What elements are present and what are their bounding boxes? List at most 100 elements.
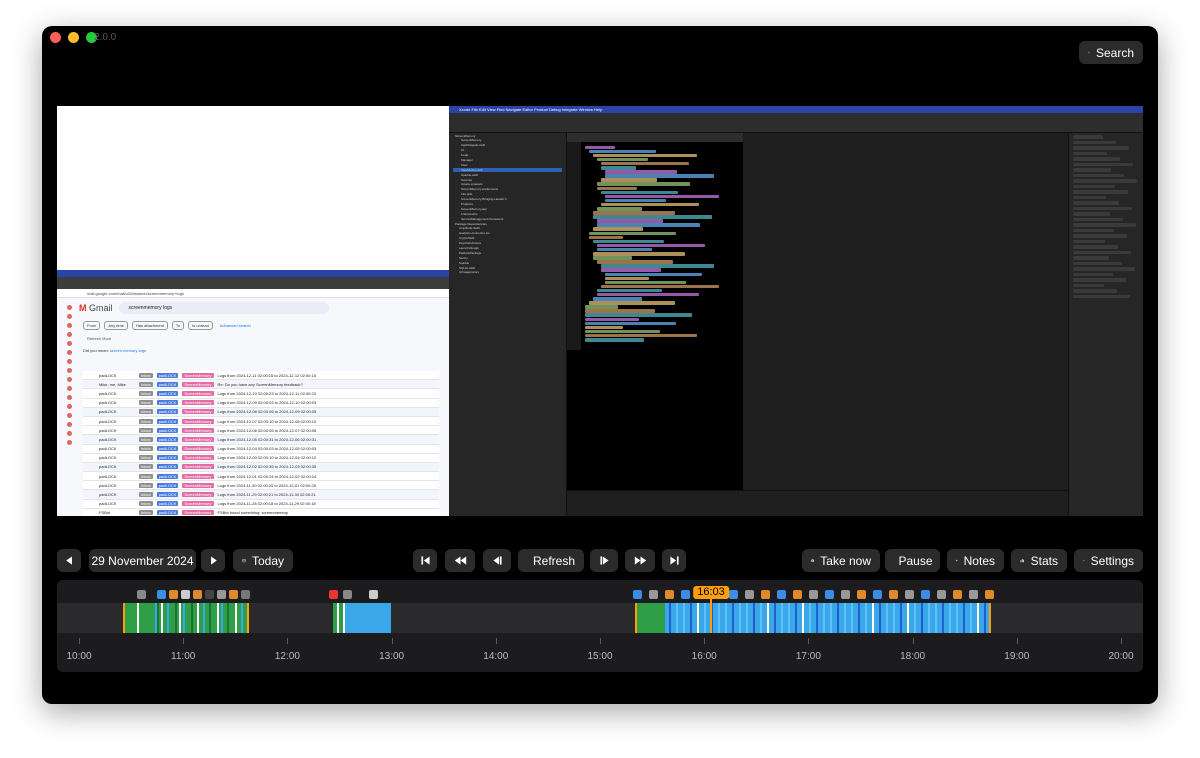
timeline-app-icon[interactable] — [953, 590, 962, 599]
inspector-field — [1073, 168, 1111, 172]
code-line — [597, 292, 699, 297]
timeline-app-icon[interactable] — [241, 590, 250, 599]
jump-to-end-button[interactable] — [662, 549, 686, 572]
timeline-app-icon[interactable] — [857, 590, 866, 599]
timeline-app-icon[interactable] — [169, 590, 178, 599]
timeline-app-icon[interactable] — [777, 590, 786, 599]
fast-forward-button[interactable] — [625, 549, 655, 572]
pause-button[interactable]: Pause — [885, 549, 940, 572]
code-line — [593, 239, 664, 244]
today-button[interactable]: Today — [233, 549, 293, 572]
timeline-app-icon[interactable] — [937, 590, 946, 599]
timeline-app-icon[interactable] — [985, 590, 994, 599]
timeline-app-icon[interactable] — [633, 590, 642, 599]
notes-button[interactable]: Notes — [947, 549, 1004, 572]
timeline-app-icon[interactable] — [825, 590, 834, 599]
navigator-item: ScreenMemory — [455, 133, 476, 138]
timeline-app-icon[interactable] — [369, 590, 378, 599]
jump-to-start-button[interactable] — [413, 549, 437, 572]
inspector-field — [1073, 140, 1116, 144]
timeline-app-icon[interactable] — [761, 590, 770, 599]
timeline-activity-stripe — [718, 603, 720, 633]
mail-label-app: ScreenMemory — [182, 446, 214, 452]
timeline-activity-stripe — [739, 603, 741, 633]
timeline-tick-mark — [79, 638, 80, 644]
rewind-button[interactable] — [445, 549, 475, 572]
step-forward-button[interactable] — [590, 549, 618, 572]
timeline-playhead[interactable] — [710, 598, 712, 633]
timeline-app-icon[interactable] — [729, 590, 738, 599]
code-line — [585, 305, 618, 309]
code-line — [601, 268, 661, 272]
timeline-app-icon[interactable] — [889, 590, 898, 599]
timeline-app-icon[interactable] — [329, 590, 338, 599]
timeline-app-icon[interactable] — [665, 590, 674, 599]
mail-subject: Re: Do you have any ScreenMemory feedbac… — [217, 381, 303, 387]
previous-day-button[interactable] — [57, 549, 81, 572]
mail-row: FSBot Inbox padLOCK ScreenMemory FSBot found… — [83, 508, 439, 516]
take-now-button[interactable]: Take now — [802, 549, 880, 572]
app-version: 2.0.0 — [94, 32, 117, 43]
timeline-app-icon[interactable] — [137, 590, 146, 599]
search-icon — [1088, 51, 1090, 54]
timeline-app-icon[interactable] — [921, 590, 930, 599]
timeline-tick-mark — [704, 638, 706, 644]
timeline-app-icon[interactable] — [841, 590, 850, 599]
timeline-tick-mark — [600, 638, 601, 644]
timeline-activity-stripe — [907, 603, 909, 633]
timeline-app-icon[interactable] — [969, 590, 978, 599]
date-display[interactable]: 29 November 2024 — [89, 549, 196, 572]
timeline-app-icon[interactable] — [181, 590, 190, 599]
triangle-right-icon — [210, 556, 217, 565]
close-window-button[interactable] — [50, 32, 61, 43]
timeline-activity-stripe — [183, 603, 185, 633]
timeline-activity-stripe — [858, 603, 860, 633]
timeline-activity-stripe — [879, 603, 881, 633]
timeline-activity-stripe — [179, 603, 181, 633]
navigator-item: Manager — [461, 157, 473, 162]
timeline-activity-block[interactable] — [123, 603, 249, 633]
gmail-search-box: screenmemory logs — [118, 302, 329, 314]
refresh-button[interactable]: Refresh — [518, 549, 584, 572]
timeline-app-icon[interactable] — [649, 590, 658, 599]
mail-label-app: ScreenMemory — [182, 409, 214, 415]
navigator-item: Assets.xcassets — [461, 182, 483, 187]
timeline-app-icon[interactable] — [793, 590, 802, 599]
stats-button[interactable]: Stats — [1011, 549, 1067, 572]
next-day-button[interactable] — [201, 549, 225, 572]
timeline-app-icon[interactable] — [205, 590, 214, 599]
timeline-app-icon[interactable] — [873, 590, 882, 599]
search-button[interactable]: Search — [1079, 41, 1143, 64]
settings-button[interactable]: Settings — [1074, 549, 1143, 572]
timeline-activity-block[interactable] — [635, 603, 665, 633]
timeline-app-icon[interactable] — [809, 590, 818, 599]
timeline-app-icon[interactable] — [681, 590, 690, 599]
gmail-logo: M Gmail — [79, 303, 113, 313]
timeline-app-icon[interactable] — [157, 590, 166, 599]
activity-timeline[interactable]: 16:03 10:00 11:00 12:00 13:00 14:00 15:00 16:0… — [57, 580, 1143, 672]
screenshot-preview[interactable]: mail.google.com/mail/u/0/#search/screenm… — [57, 106, 1143, 516]
navigator-item: ScreenMemory-Bridging-Header.h — [461, 197, 507, 202]
timeline-app-icon[interactable] — [229, 590, 238, 599]
timeline-app-icon[interactable] — [217, 590, 226, 599]
inspector-field — [1073, 184, 1115, 188]
timeline-app-icon[interactable] — [745, 590, 754, 599]
navigator-item: AppDelegate.swift — [461, 143, 486, 148]
timeline-activity-stripe — [935, 603, 937, 633]
timeline-app-icon[interactable] — [905, 590, 914, 599]
mail-subject: Logs from 2024-11-28 02:00:18 to 2024-11… — [217, 501, 316, 507]
step-back-button[interactable] — [483, 549, 511, 572]
navigator-item: Package Dependencies — [455, 221, 487, 226]
timeline-app-icon[interactable] — [343, 590, 352, 599]
inspector-field — [1073, 217, 1123, 221]
mail-row: padLOCK Inbox padLOCK ScreenMemory Logs from… — [83, 407, 439, 417]
filter-chip: Any time — [104, 320, 128, 330]
navigator-item: ScreenMemory — [461, 138, 482, 143]
mail-label-inbox: Inbox — [139, 400, 153, 406]
filter-chip: To — [171, 320, 185, 330]
timeline-app-icon[interactable] — [193, 590, 202, 599]
mail-label-inbox: Inbox — [139, 446, 153, 452]
timeline-activity-stripe — [816, 603, 818, 633]
minimize-window-button[interactable] — [68, 32, 79, 43]
timeline-activity-block[interactable] — [635, 603, 991, 633]
